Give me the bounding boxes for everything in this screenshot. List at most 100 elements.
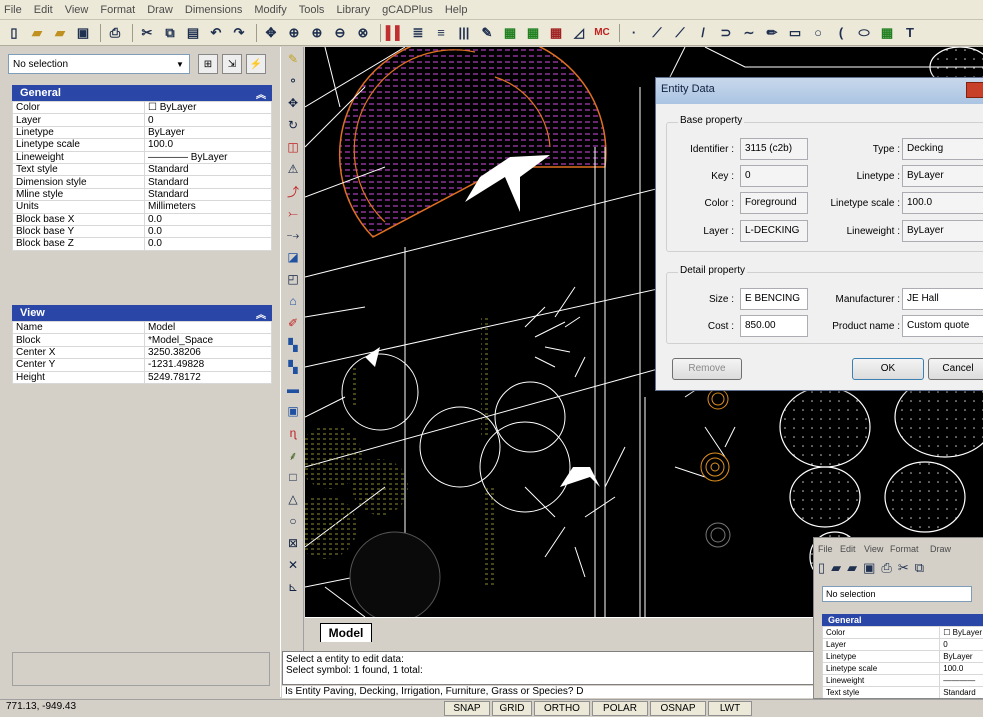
explode-icon[interactable]: ✐ — [283, 313, 303, 333]
symbol-icon[interactable]: ⊠ — [283, 533, 303, 553]
property-row[interactable]: Block base Z 0.0 — [12, 237, 272, 251]
menu-tools[interactable]: Tools — [299, 4, 325, 16]
property-value[interactable]: 5249.78172 — [144, 370, 272, 384]
property-value[interactable]: -1231.49828 — [144, 358, 272, 372]
tab-model[interactable]: Model — [320, 623, 372, 642]
stretch-icon[interactable]: ◰ — [283, 269, 303, 289]
ok-button[interactable]: OK — [852, 358, 924, 380]
property-row[interactable]: Name Model — [12, 320, 272, 335]
property-value[interactable]: Standard — [144, 175, 272, 189]
menu-edit[interactable]: Edit — [34, 4, 53, 16]
linetype-icon[interactable]: ≡ — [431, 23, 451, 43]
layer-state-icon[interactable]: ▣ — [283, 401, 303, 421]
property-row[interactable]: Center X 3250.38206 — [12, 345, 272, 360]
menu-help[interactable]: Help — [445, 4, 468, 16]
property-value[interactable]: 3250.38206 — [144, 345, 272, 360]
select-objects-icon[interactable]: ⇲ — [222, 54, 242, 74]
property-value[interactable]: ———— ByLayer — [144, 150, 272, 164]
open-icon[interactable]: ▰ — [27, 23, 47, 43]
property-row[interactable]: Height 5249.78172 — [12, 370, 272, 384]
cancel-button[interactable]: Cancel — [928, 358, 983, 380]
osnap-toggle[interactable]: OSNAP — [650, 701, 706, 716]
measure-icon[interactable]: ◿ — [569, 23, 589, 43]
erase-icon[interactable]: ✎ — [283, 49, 303, 69]
property-row[interactable]: Linetype scale 100.0 — [821, 662, 983, 675]
property-value[interactable]: 0 — [939, 638, 983, 651]
hatch-icon[interactable]: ▦ — [877, 23, 897, 43]
image-icon[interactable]: ▦ — [546, 23, 566, 43]
menu-dimensions[interactable]: Dimensions — [185, 4, 242, 16]
rectangle-icon[interactable]: ▭ — [785, 23, 805, 43]
property-row[interactable]: Linetype ByLayer — [821, 650, 983, 663]
open-folder-icon[interactable]: ▰ — [50, 23, 70, 43]
collapse-icon[interactable]: ︽ — [256, 306, 266, 321]
property-row[interactable]: Block *Model_Space — [12, 333, 272, 347]
property-row[interactable]: Center Y -1231.49828 — [12, 358, 272, 372]
decking-area[interactable] — [338, 47, 607, 238]
properties-icon[interactable]: ≣ — [408, 23, 428, 43]
menu-gcadplus[interactable]: gCADPlus — [382, 4, 433, 16]
menu-library[interactable]: Library — [336, 4, 370, 16]
property-row[interactable]: Color ☐ ByLayer — [12, 100, 272, 115]
property-value[interactable]: 0.0 — [144, 224, 272, 239]
property-value[interactable]: Model — [144, 320, 272, 335]
property-value[interactable]: ☐ ByLayer — [144, 100, 272, 115]
selection-dropdown[interactable]: No selection ▼ — [8, 54, 190, 74]
triangle-shape-icon[interactable]: △ — [283, 489, 303, 509]
pickadd-icon[interactable]: ⚡ — [246, 54, 266, 74]
grid-toggle[interactable]: GRID — [492, 701, 532, 716]
break-icon[interactable]: ⤍ — [283, 225, 303, 245]
zoom-out-icon[interactable]: ⊖ — [330, 23, 350, 43]
mirror-icon[interactable]: ⚠ — [283, 159, 303, 179]
product-name-input[interactable]: Custom quote — [902, 315, 983, 337]
move-icon[interactable]: ✥ — [283, 93, 303, 113]
property-value[interactable]: ———— — [939, 674, 983, 687]
ellipse-icon[interactable]: ⬭ — [854, 23, 874, 43]
save-icon[interactable]: ▣ — [73, 23, 93, 43]
chevron-down-icon[interactable]: ▼ — [173, 57, 187, 71]
ortho-toggle[interactable]: ORTHO — [534, 701, 590, 716]
general-section-header[interactable]: General ︽ — [12, 85, 272, 101]
zoom-in-icon[interactable]: ⊕ — [307, 23, 327, 43]
property-row[interactable]: Units Millimeters — [12, 200, 272, 214]
polar-toggle[interactable]: POLAR — [592, 701, 648, 716]
spline-icon[interactable]: ∼ — [739, 23, 759, 43]
layers-icon[interactable]: ▌▌ — [385, 23, 405, 43]
cut-icon[interactable]: ✂ — [137, 23, 157, 43]
extend-icon[interactable]: ⤚ — [283, 203, 303, 223]
xline-icon[interactable]: / — [693, 23, 713, 43]
property-value[interactable]: Standard — [144, 187, 272, 202]
cost-input[interactable]: 850.00 — [740, 315, 808, 337]
point-icon[interactable]: · — [624, 23, 644, 43]
quick-select-icon[interactable]: ⊞ — [198, 54, 218, 74]
property-row[interactable]: Layer 0 — [12, 113, 272, 127]
match-icon[interactable]: ✎ — [477, 23, 497, 43]
property-value[interactable]: ByLayer — [939, 650, 983, 663]
property-row[interactable]: Text style Standard — [821, 686, 983, 698]
pan-icon[interactable]: ✥ — [261, 23, 281, 43]
polyline-icon[interactable]: ⊃ — [716, 23, 736, 43]
menu-format[interactable]: Format — [100, 4, 135, 16]
property-value[interactable]: 0.0 — [144, 212, 272, 226]
snap-toggle[interactable]: SNAP — [444, 701, 490, 716]
rotate-icon[interactable]: ↻ — [283, 115, 303, 135]
group-icon[interactable]: ▚ — [283, 357, 303, 377]
copy-object-icon[interactable]: ⚬ — [283, 71, 303, 91]
property-value[interactable]: 0.0 — [144, 237, 272, 251]
property-row[interactable]: Block base X 0.0 — [12, 212, 272, 226]
array-icon[interactable]: ⌂ — [283, 291, 303, 311]
property-value[interactable]: 100.0 — [939, 662, 983, 675]
menu-view[interactable]: View — [65, 4, 89, 16]
property-row[interactable]: Lineweight ———— — [821, 674, 983, 687]
mc-icon[interactable]: MC — [592, 23, 612, 43]
size-input[interactable]: E BENCING — [740, 288, 808, 310]
property-value[interactable]: 100.0 — [144, 138, 272, 152]
property-row[interactable]: Layer 0 — [821, 638, 983, 651]
property-value[interactable]: Standard — [144, 162, 272, 177]
arc-icon[interactable]: ( — [831, 23, 851, 43]
zoom-window-icon[interactable]: ⊗ — [353, 23, 373, 43]
menu-modify[interactable]: Modify — [254, 4, 286, 16]
offset-icon[interactable]: ◫ — [283, 137, 303, 157]
copy-icon[interactable]: ⧉ — [160, 23, 180, 43]
property-row[interactable]: Linetype ByLayer — [12, 125, 272, 140]
